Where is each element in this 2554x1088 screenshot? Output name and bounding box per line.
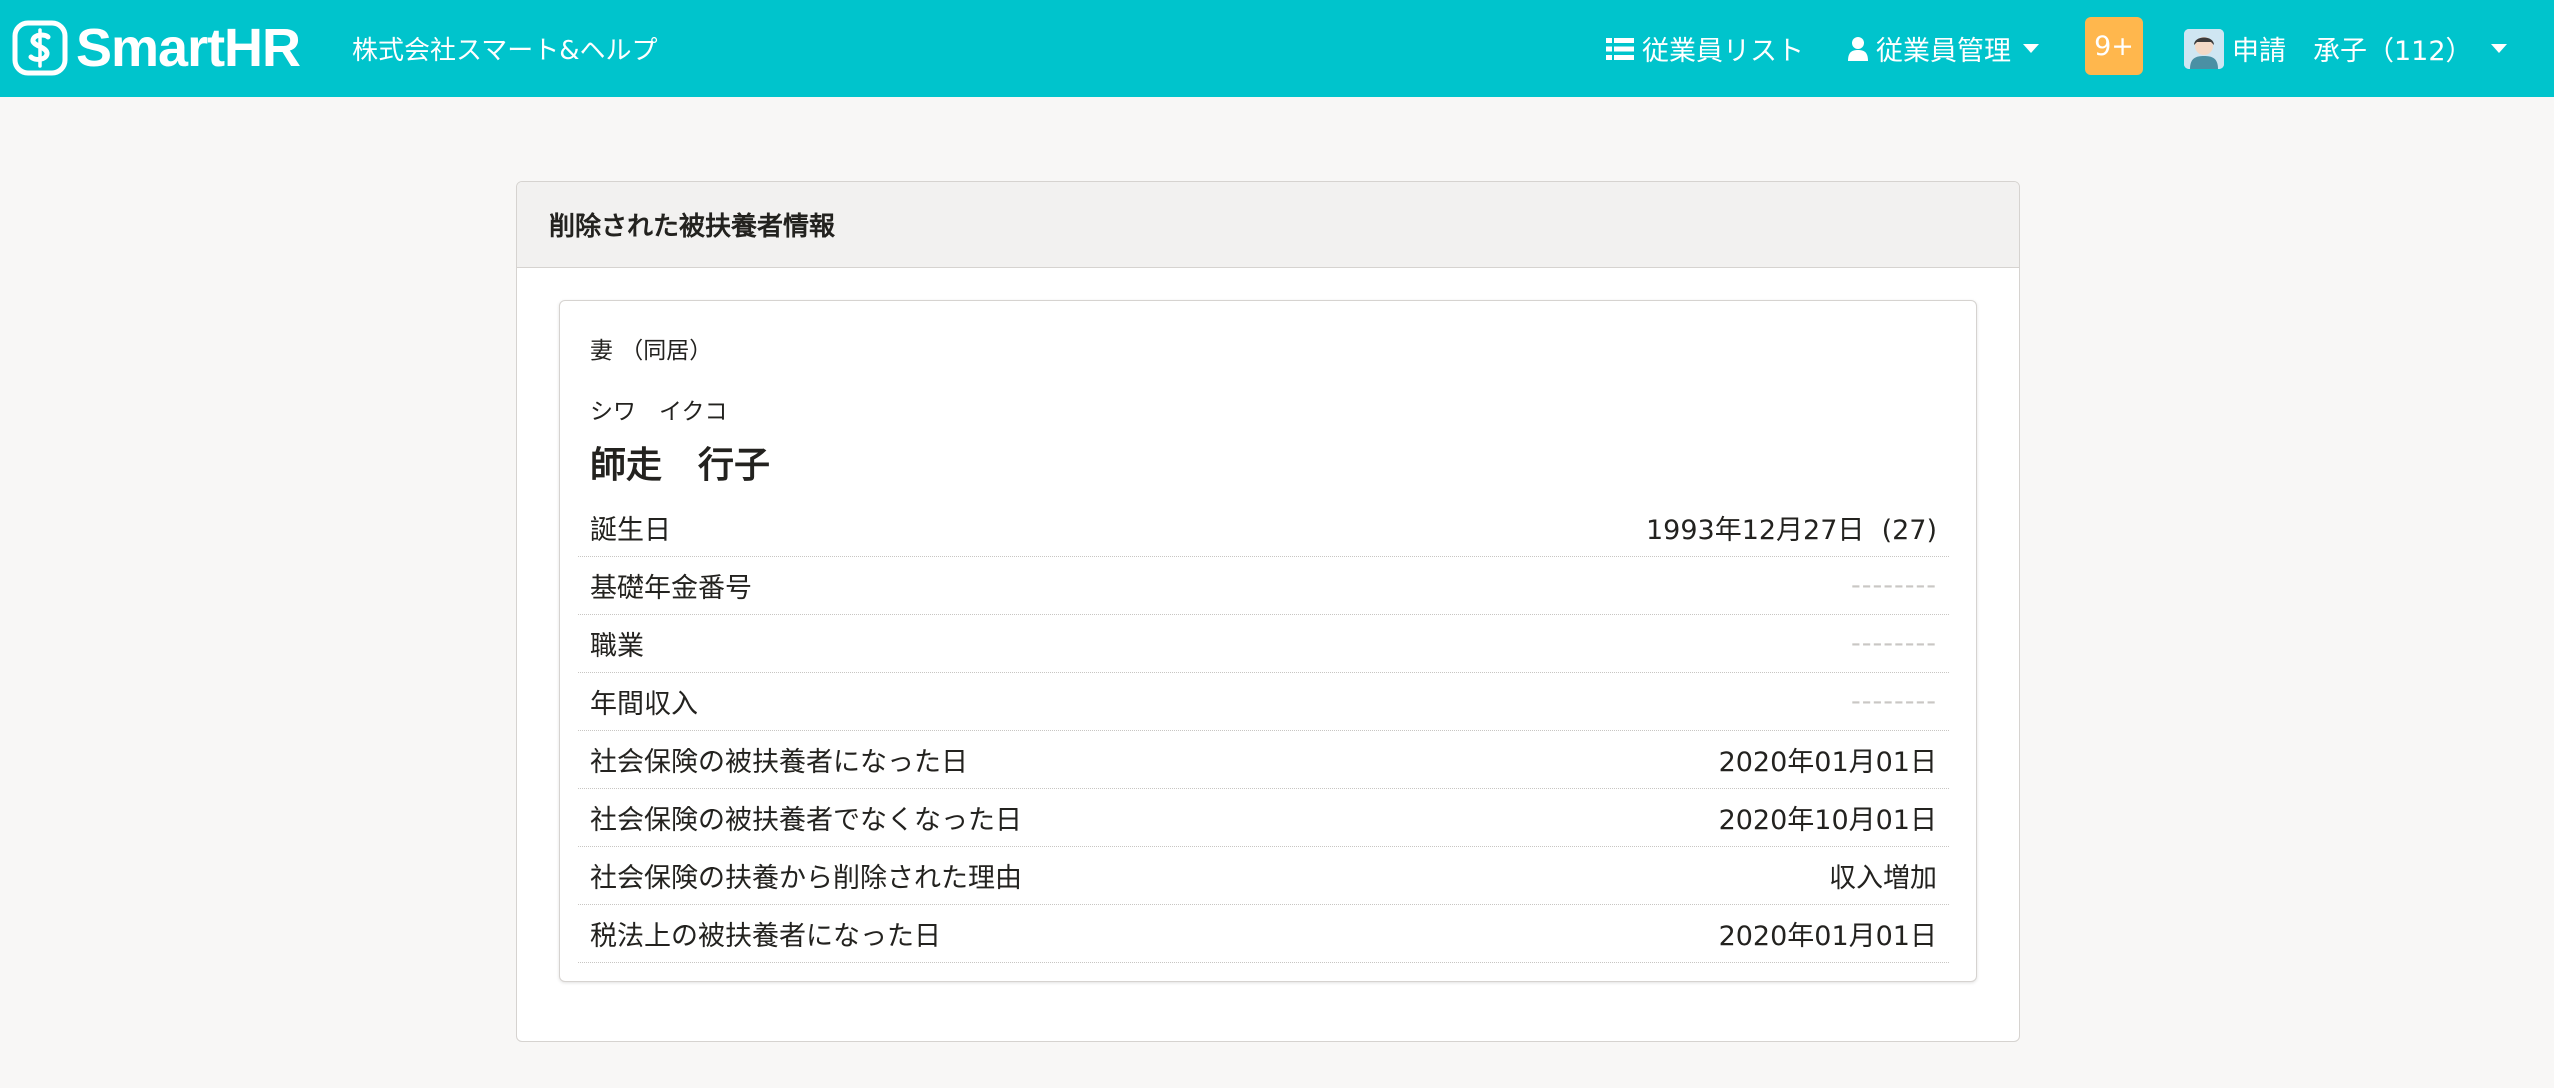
dependent-name-kana: シワ イクコ <box>590 399 728 425</box>
user-name: 申請 承子（112） <box>2232 36 2473 67</box>
smarthr-logo[interactable]: SmartHR <box>12 18 301 78</box>
dependent-name: 師走 行子 <box>590 445 771 486</box>
nav-employee-list[interactable]: 従業員リスト <box>1606 0 1804 97</box>
detail-value: 収入増加 <box>1829 863 1937 894</box>
company-name: 株式会社スマート&ヘルプ <box>352 36 658 66</box>
detail-value: 2020年01月01日 <box>1718 747 1937 778</box>
detail-label: 誕生日 <box>590 515 671 546</box>
dependent-card: 妻 （同居） シワ イクコ 師走 行子 誕生日 1993年12月27日 (27)… <box>559 300 1977 982</box>
detail-label: 社会保険の被扶養者でなくなった日 <box>590 805 1022 836</box>
detail-value-empty: -------- <box>1851 628 1937 659</box>
user-menu[interactable]: 申請 承子（112） <box>2184 0 2507 97</box>
detail-value-empty: -------- <box>1851 686 1937 717</box>
nav-employee-manage[interactable]: 従業員管理 <box>1848 0 2039 97</box>
detail-label: 基礎年金番号 <box>590 573 752 604</box>
dependent-relation: 妻 （同居） <box>590 338 713 364</box>
detail-label: 社会保険の被扶養者になった日 <box>590 747 968 778</box>
detail-row-insurance-start: 社会保険の被扶養者になった日 2020年01月01日 <box>578 731 1949 789</box>
smarthr-logo-icon <box>12 20 68 76</box>
detail-value: 1993年12月27日 (27) <box>1645 515 1937 546</box>
panel-title: 削除された被扶養者情報 <box>517 182 2019 268</box>
detail-value: 2020年01月01日 <box>1718 921 1937 952</box>
user-icon <box>1848 36 1868 61</box>
list-icon <box>1606 37 1634 60</box>
nav-employee-manage-label: 従業員管理 <box>1876 36 2011 67</box>
detail-value-empty: -------- <box>1851 570 1937 601</box>
nav-employee-list-label: 従業員リスト <box>1642 36 1804 67</box>
detail-row-tax-start: 税法上の被扶養者になった日 2020年01月01日 <box>578 905 1949 963</box>
detail-row-birthday: 誕生日 1993年12月27日 (27) <box>578 499 1949 557</box>
dependent-details: 誕生日 1993年12月27日 (27) 基礎年金番号 -------- 職業 … <box>578 499 1949 963</box>
chevron-down-icon <box>2490 44 2507 53</box>
notification-badge[interactable]: 9+ <box>2085 17 2143 75</box>
detail-row-occupation: 職業 -------- <box>578 615 1949 673</box>
detail-label: 年間収入 <box>590 689 698 720</box>
detail-label: 職業 <box>590 631 644 662</box>
brand-name: SmartHR <box>76 18 301 78</box>
top-header-bar: SmartHR 株式会社スマート&ヘルプ 従業員リスト 従業員管理 9+ 申請 … <box>0 0 2554 97</box>
detail-row-pension-number: 基礎年金番号 -------- <box>578 557 1949 615</box>
detail-value: 2020年10月01日 <box>1718 805 1937 836</box>
detail-row-annual-income: 年間収入 -------- <box>578 673 1949 731</box>
detail-label: 税法上の被扶養者になった日 <box>590 921 941 952</box>
deleted-dependent-panel: 削除された被扶養者情報 妻 （同居） シワ イクコ 師走 行子 誕生日 1993… <box>516 181 2020 1042</box>
avatar <box>2184 28 2224 69</box>
detail-label: 社会保険の扶養から削除された理由 <box>590 863 1022 894</box>
chevron-down-icon <box>2023 44 2039 53</box>
detail-row-insurance-end: 社会保険の被扶養者でなくなった日 2020年10月01日 <box>578 789 1949 847</box>
detail-row-removal-reason: 社会保険の扶養から削除された理由 収入増加 <box>578 847 1949 905</box>
